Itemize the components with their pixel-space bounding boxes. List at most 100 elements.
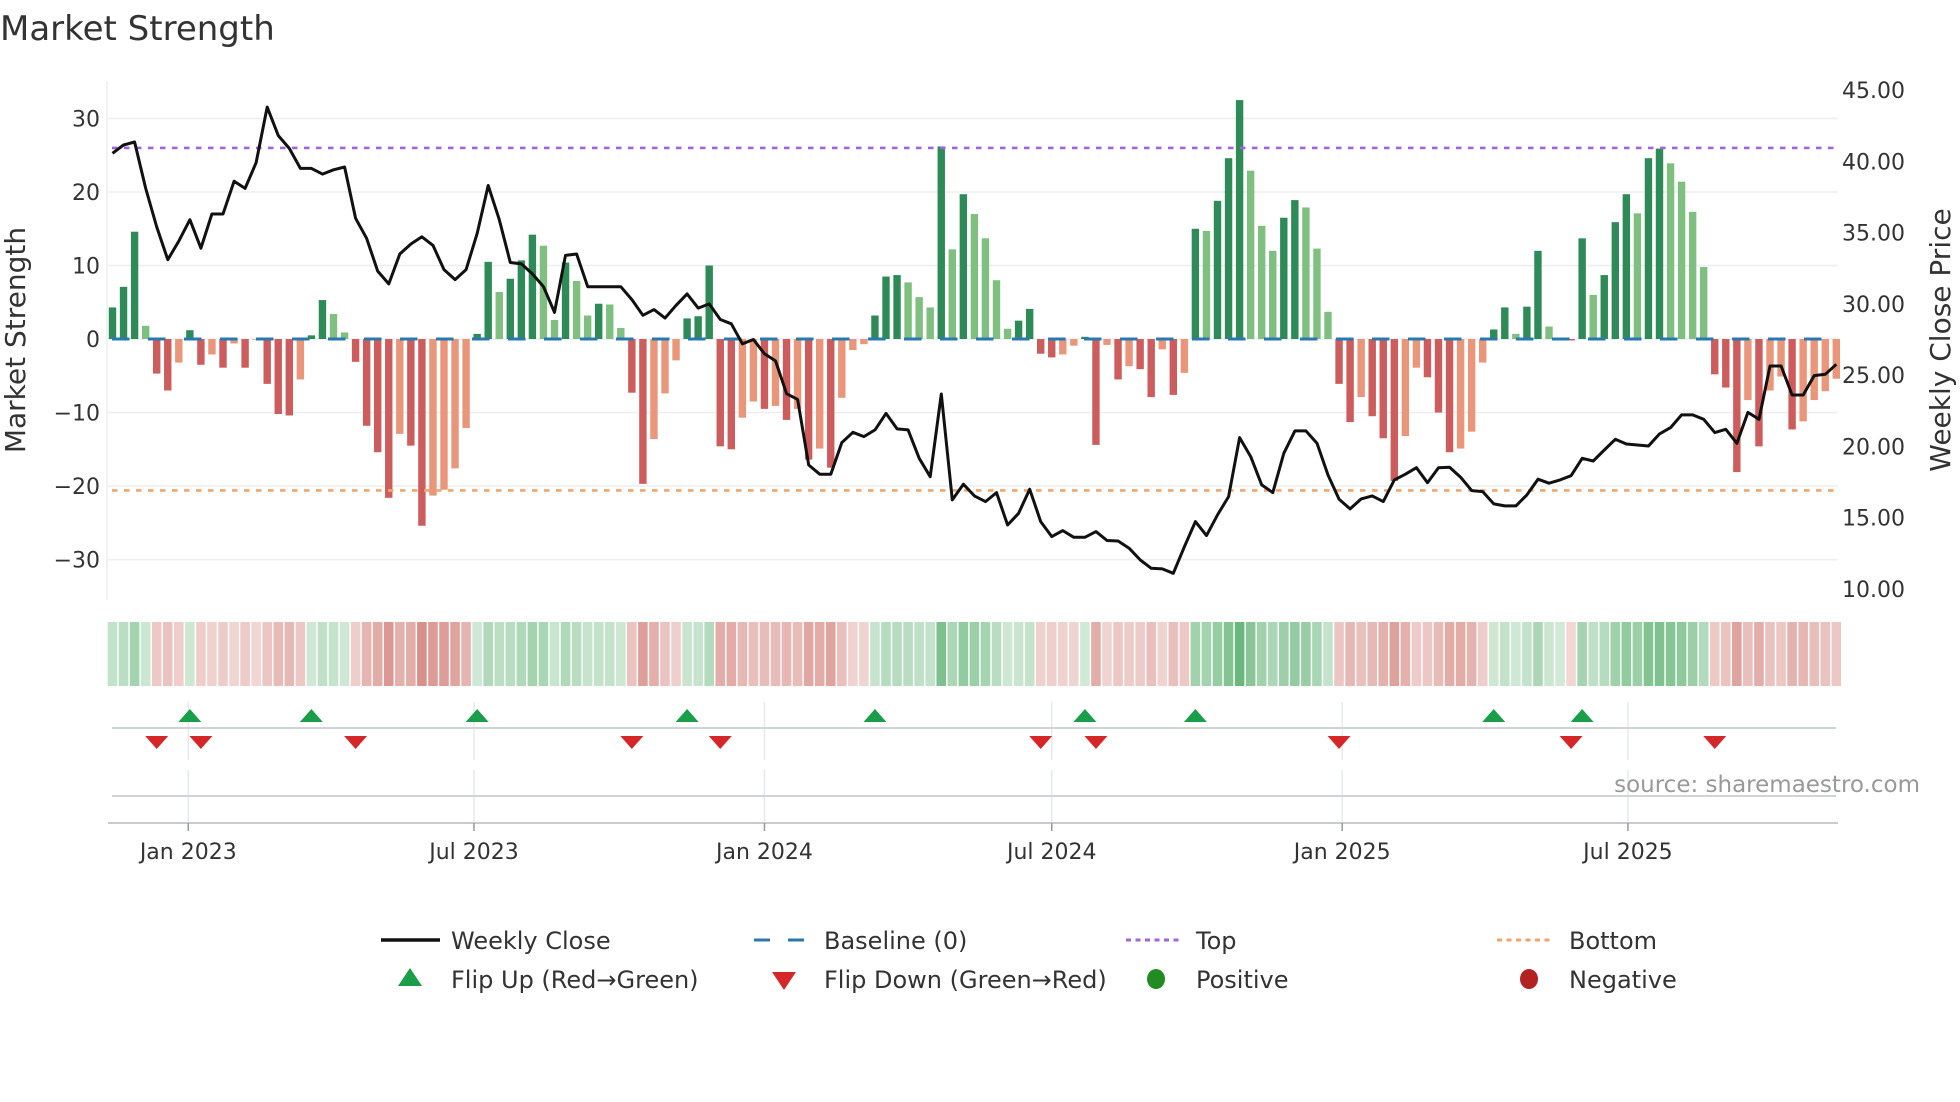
strength-bar: [1335, 339, 1343, 384]
heat-cell: [1400, 622, 1411, 686]
strength-bar: [727, 339, 735, 450]
heat-cell: [129, 622, 140, 686]
heat-cell: [262, 622, 272, 686]
strength-bar: [716, 339, 724, 447]
strength-bar: [860, 339, 868, 345]
heat-cell: [1002, 622, 1013, 686]
flip-down-marker: [189, 736, 213, 749]
heat-cell: [947, 622, 958, 686]
x-tick-label: Jan 2023: [138, 840, 237, 865]
strength-bar: [197, 339, 205, 365]
heat-cell: [1356, 622, 1366, 686]
heat-cell: [162, 622, 173, 686]
strength-bar: [926, 307, 934, 340]
heat-cell: [1566, 622, 1576, 686]
legend-bottom-label: Bottom: [1569, 927, 1657, 955]
strength-bar: [871, 315, 879, 340]
heat-cell: [339, 622, 350, 686]
heat-cell: [273, 622, 284, 686]
heat-cell: [1091, 622, 1101, 686]
heat-cell: [527, 622, 538, 686]
heat-cell: [1444, 622, 1455, 686]
heat-cell: [295, 622, 306, 686]
heat-cell: [859, 622, 869, 686]
heat-cell: [1113, 622, 1123, 686]
heat-cell: [1179, 622, 1190, 686]
strength-bar: [1711, 339, 1719, 375]
heat-cell: [1643, 622, 1654, 686]
strength-bar: [915, 297, 923, 340]
flip-up-marker: [299, 709, 323, 722]
heat-cell: [483, 622, 493, 686]
strength-bar: [1059, 339, 1067, 355]
strength-bar: [782, 339, 791, 420]
heat-cell: [1267, 622, 1278, 686]
flip-up-marker: [675, 709, 699, 722]
heat-cell: [660, 622, 670, 686]
strength-bar: [1037, 339, 1045, 354]
heat-cell: [1190, 622, 1201, 686]
strength-bar: [1125, 339, 1133, 367]
heat-cell: [406, 622, 416, 686]
heat-cell: [792, 622, 803, 686]
heat-cell: [1013, 622, 1024, 686]
strength-bar: [362, 339, 371, 426]
y-tick-label: −10: [54, 402, 100, 427]
flip-down-marker: [620, 736, 644, 749]
strength-bar: [1423, 339, 1432, 378]
strength-bar: [1269, 250, 1277, 340]
y2-tick-label: 20.00: [1842, 435, 1905, 460]
strength-bar: [1070, 339, 1078, 346]
legend-flip-down-icon: [772, 972, 796, 990]
heat-cell: [1212, 622, 1223, 686]
strength-bar: [827, 339, 835, 468]
strength-bar: [1280, 217, 1288, 340]
heat-cell: [936, 622, 947, 686]
flip-up-marker: [1073, 709, 1097, 722]
strength-bar: [1755, 339, 1763, 447]
heat-cell: [1577, 622, 1587, 686]
strength-bar: [1235, 100, 1244, 340]
strength-bar: [274, 339, 282, 415]
heat-cell: [439, 622, 449, 686]
heat-cell: [229, 622, 239, 686]
strength-bar: [1291, 200, 1299, 340]
strength-bar: [1390, 339, 1398, 481]
strength-bar: [1821, 339, 1829, 392]
heat-cell: [1500, 622, 1510, 686]
flip-down-marker: [344, 736, 368, 749]
strength-bar: [1313, 248, 1321, 340]
strength-bar: [219, 339, 227, 368]
y2-tick-label: 35.00: [1842, 222, 1905, 247]
heat-cell: [870, 622, 880, 686]
heat-cell: [991, 622, 1002, 686]
heat-cell: [1256, 622, 1267, 686]
y2-tick-label: 25.00: [1842, 364, 1905, 389]
heat-cell: [980, 622, 991, 686]
heat-cell: [1102, 622, 1112, 686]
y2-tick-label: 30.00: [1842, 293, 1905, 318]
strength-bar: [385, 339, 393, 498]
heat-cell: [593, 622, 604, 686]
strength-bar: [882, 276, 890, 340]
heat-cell: [914, 622, 924, 686]
strength-bar: [705, 265, 713, 340]
strength-bar: [1401, 339, 1410, 437]
heat-cell: [361, 622, 372, 686]
strength-bar: [1379, 339, 1387, 439]
strength-bar: [1445, 339, 1454, 453]
heat-cell: [1058, 622, 1068, 686]
heat-cell: [737, 622, 748, 686]
strength-bar: [1302, 207, 1310, 340]
flip-down-marker: [1559, 736, 1583, 749]
strength-bar: [1523, 306, 1531, 340]
strength-bar: [1688, 211, 1697, 340]
strength-bar: [893, 275, 901, 340]
legend-negative-icon: [1520, 969, 1538, 989]
heat-cell: [1168, 622, 1179, 686]
heat-cell: [395, 622, 405, 686]
heat-cell: [1831, 622, 1842, 686]
heat-cell: [582, 622, 593, 686]
strength-bar: [1434, 339, 1443, 413]
strength-bar: [241, 339, 249, 368]
